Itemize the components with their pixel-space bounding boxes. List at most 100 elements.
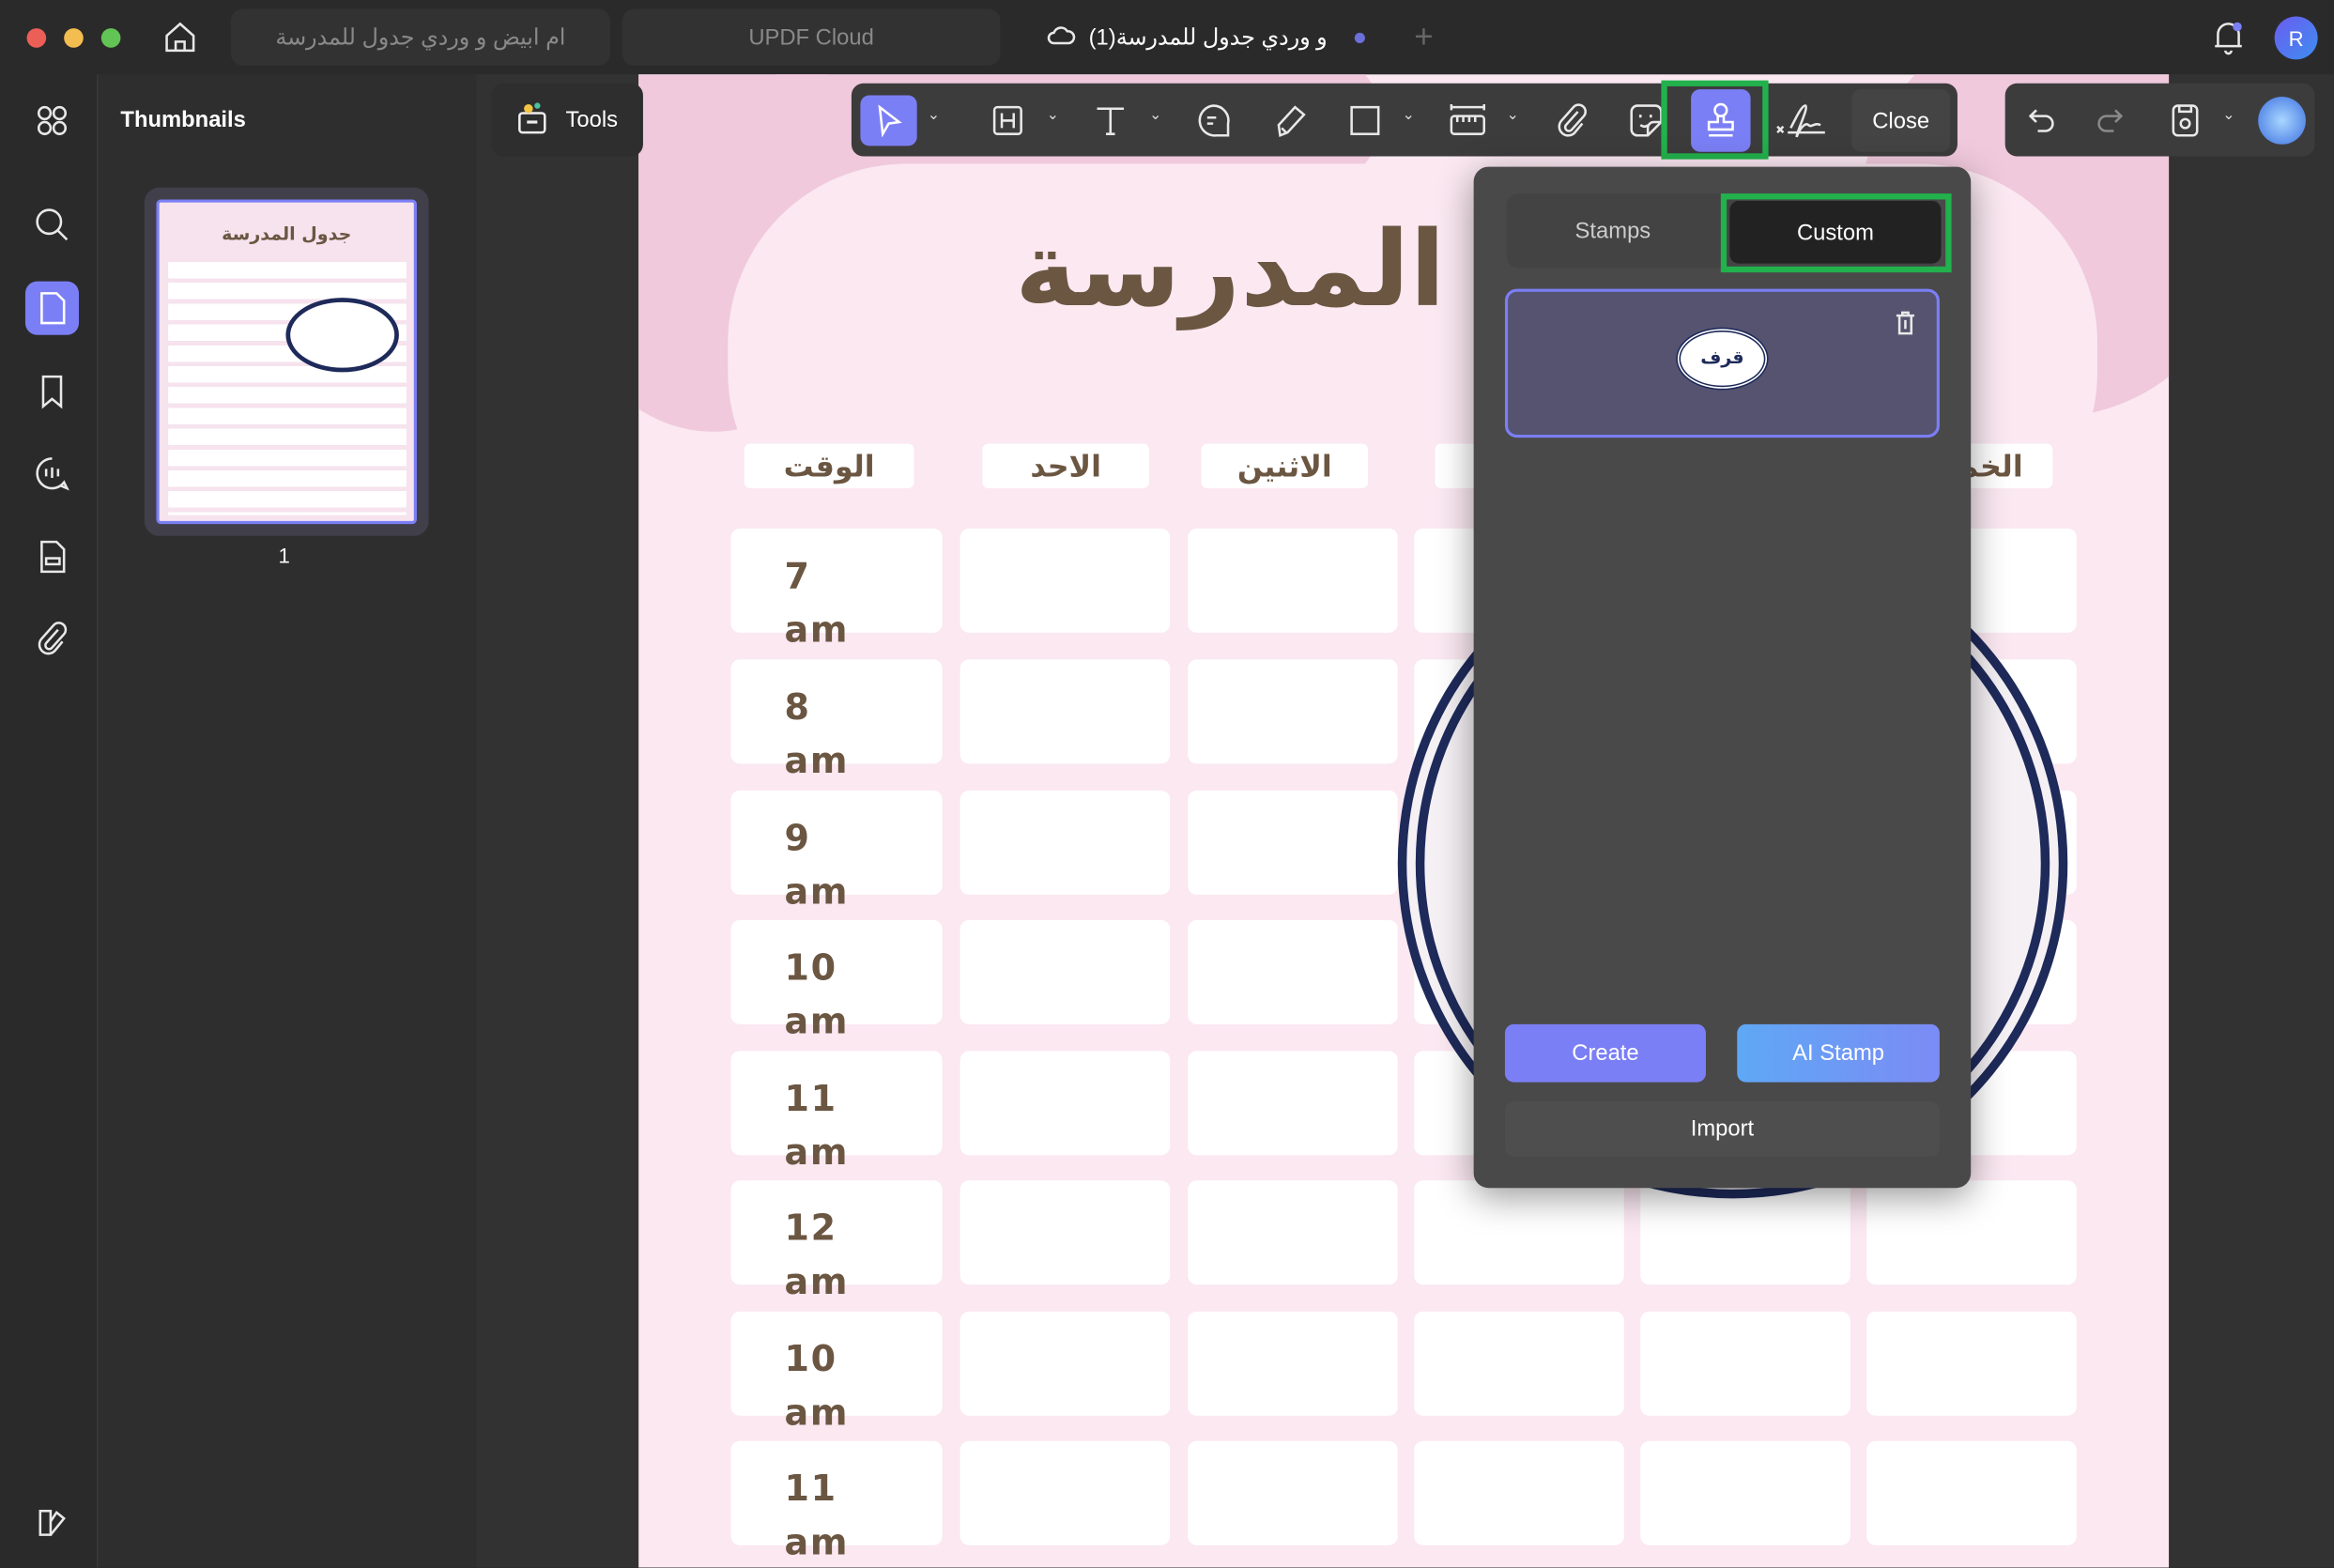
time-cell: 11 am — [730, 1441, 942, 1545]
zoom-window-button[interactable] — [101, 28, 121, 48]
sidebar-toggle-icon[interactable] — [25, 1496, 79, 1549]
thumbnails-panel: Thumbnails جدول المدرسة 1 — [99, 74, 477, 1567]
import-button[interactable]: Import — [1505, 1101, 1940, 1157]
tab-document-1[interactable]: ام ابيض و وردي جدول للمدرسة — [231, 9, 610, 66]
new-tab-button[interactable]: + — [1414, 18, 1433, 56]
tab-document-active[interactable]: و وردي جدول للمدرسة(1) — [1012, 9, 1399, 66]
chevron-down-icon[interactable]: ⌄ — [1047, 107, 1059, 123]
stamp-panel: Stamps Custom قرف Create AI Stamp Import — [1474, 167, 1972, 1189]
thumbnail-table — [168, 262, 407, 515]
schedule-cell — [1188, 791, 1398, 895]
attachment-tool-icon[interactable] — [1546, 95, 1597, 146]
schedule-cell — [1188, 529, 1398, 633]
annotation-toolbar: ⌄ ⌄ ⌄ ⌄ ⌄ Close — [852, 84, 1958, 157]
time-cell: 9 am — [730, 791, 942, 895]
stamp-tool-icon[interactable] — [1691, 89, 1750, 152]
schedule-cell — [1414, 1180, 1624, 1284]
search-icon[interactable] — [25, 198, 79, 252]
schedule-cell — [1188, 1312, 1398, 1416]
stamp-tabs: Stamps Custom — [1507, 193, 1939, 268]
close-button[interactable]: Close — [1851, 89, 1950, 152]
app-window: ام ابيض و وردي جدول للمدرسة UPDF Cloud و… — [0, 0, 2334, 1568]
schedule-cell — [960, 791, 1171, 895]
tools-button[interactable]: Tools — [491, 84, 643, 157]
schedule-cell — [1414, 1312, 1624, 1416]
schedule-cell — [1866, 1312, 2077, 1416]
toolbox-icon — [515, 99, 551, 140]
attachment-icon[interactable] — [25, 612, 79, 666]
tab-custom[interactable]: Custom — [1729, 201, 1941, 264]
comment-tool-icon[interactable] — [1188, 95, 1238, 146]
select-tool-icon[interactable] — [860, 95, 916, 146]
ai-assistant-icon[interactable] — [2258, 97, 2306, 145]
highlight-tool-icon[interactable] — [982, 95, 1033, 146]
thumbnails-page-icon[interactable] — [25, 282, 79, 335]
left-rail — [0, 74, 99, 1567]
redo-icon[interactable] — [2084, 95, 2135, 146]
thumbnail-title: جدول المدرسة — [160, 223, 414, 244]
time-cell: 10 am — [730, 1312, 942, 1416]
schedule-cell — [960, 1312, 1171, 1416]
create-button[interactable]: Create — [1505, 1024, 1706, 1083]
signature-tool-icon[interactable] — [1772, 95, 1831, 146]
schedule-cell — [960, 529, 1171, 633]
page-title: المدرسة — [1011, 208, 1446, 331]
thumbnail-stamp — [285, 298, 398, 372]
schedule-cell — [1414, 1441, 1624, 1545]
grid-view-icon[interactable] — [25, 94, 79, 147]
header-sunday: الاحد — [982, 443, 1149, 488]
text-tool-icon[interactable] — [1085, 95, 1136, 146]
schedule-cell — [1866, 1441, 2077, 1545]
schedule-cell — [1866, 1180, 2077, 1284]
home-icon[interactable] — [162, 20, 198, 55]
close-window-button[interactable] — [27, 28, 47, 48]
custom-stamp-item[interactable]: قرف — [1505, 289, 1940, 438]
user-avatar[interactable]: R — [2275, 16, 2318, 59]
schedule-cell — [1640, 1312, 1850, 1416]
save-icon[interactable] — [2160, 95, 2211, 146]
header-time: الوقت — [745, 443, 914, 488]
schedule-cell — [1188, 920, 1398, 1024]
chevron-down-icon[interactable]: ⌄ — [928, 107, 940, 123]
pencil-tool-icon[interactable] — [1266, 95, 1316, 146]
notification-bell-icon[interactable] — [2212, 18, 2245, 64]
right-toolbar: ⌄ — [2005, 84, 2315, 157]
cloud-icon — [1047, 23, 1077, 53]
comments-icon[interactable] — [25, 447, 79, 500]
chevron-down-icon[interactable]: ⌄ — [1149, 107, 1161, 123]
chevron-down-icon[interactable]: ⌄ — [1507, 107, 1519, 123]
shape-tool-icon[interactable] — [1340, 95, 1390, 146]
unsaved-dot-icon — [1354, 32, 1364, 42]
bookmark-icon[interactable] — [25, 364, 79, 418]
schedule-cell — [1188, 659, 1398, 763]
measure-tool-icon[interactable] — [1442, 95, 1493, 146]
time-cell: 8 am — [730, 659, 942, 763]
trash-icon[interactable] — [1894, 310, 1917, 344]
schedule-cell — [1188, 1051, 1398, 1155]
tab-stamps[interactable]: Stamps — [1507, 193, 1720, 268]
schedule-cell — [960, 920, 1171, 1024]
schedule-cell — [960, 1051, 1171, 1155]
page-thumbnail[interactable]: جدول المدرسة — [145, 188, 429, 536]
panel-title: Thumbnails — [120, 107, 245, 132]
page-number: 1 — [278, 544, 289, 567]
time-cell: 10 am — [730, 920, 942, 1024]
time-cell: 11 am — [730, 1051, 942, 1155]
chevron-down-icon[interactable]: ⌄ — [2222, 107, 2234, 123]
stamp-preview: قرف — [1676, 328, 1768, 391]
schedule-cell — [960, 1180, 1171, 1284]
undo-icon[interactable] — [2017, 95, 2067, 146]
time-cell: 12 am — [730, 1180, 942, 1284]
ai-stamp-button[interactable]: AI Stamp — [1737, 1024, 1940, 1083]
form-fields-icon[interactable] — [25, 530, 79, 583]
schedule-cell — [1188, 1180, 1398, 1284]
header-monday: الاثنين — [1201, 443, 1368, 488]
minimize-window-button[interactable] — [64, 28, 84, 48]
time-cell: 7 am — [730, 529, 942, 633]
schedule-cell — [1188, 1441, 1398, 1545]
chevron-down-icon[interactable]: ⌄ — [1403, 107, 1415, 123]
schedule-cell — [960, 659, 1171, 763]
schedule-cell — [960, 1441, 1171, 1545]
tab-updf-cloud[interactable]: UPDF Cloud — [622, 9, 1001, 66]
schedule-cell — [1640, 1441, 1850, 1545]
